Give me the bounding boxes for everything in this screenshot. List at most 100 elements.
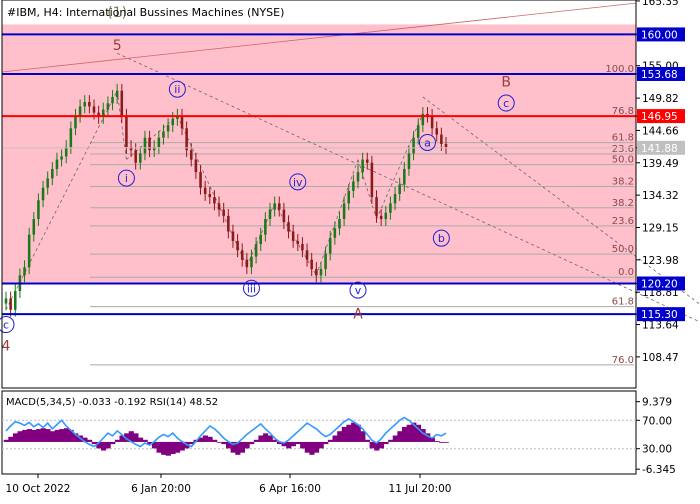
indicator-tick-label: -6.345 — [642, 464, 676, 476]
macd-bar — [439, 441, 445, 443]
indicator-title: MACD(5,34,5) -0.033 -0.192 RSI(14) 48.52 — [6, 397, 218, 408]
candle-body — [338, 219, 341, 229]
candle-body — [268, 209, 272, 220]
candle-body — [305, 250, 309, 260]
price-tick-label: 113.64 — [642, 320, 679, 332]
candle-body — [398, 184, 401, 194]
macd-bar — [91, 441, 97, 445]
price-tick-label: 129.15 — [642, 222, 679, 234]
macd-bar — [142, 439, 148, 442]
macd-bar — [258, 435, 264, 442]
candle-body — [13, 291, 17, 310]
macd-bar — [323, 441, 329, 445]
macd-bar — [170, 441, 176, 454]
macd-bar — [87, 439, 93, 442]
candle-body — [393, 194, 397, 204]
chart-window: 100.0 76.8 61.8 50.0 38.2 23.6 38.2 23.6 50.0 0.0… — [0, 0, 700, 500]
candle-body — [139, 153, 142, 163]
macd-bar — [406, 424, 412, 442]
macd-bar — [351, 422, 357, 442]
candle-body — [440, 134, 443, 144]
macd-bar — [17, 431, 23, 442]
candle-body — [51, 168, 54, 179]
candle-body — [23, 267, 26, 276]
candle-body — [185, 128, 188, 151]
candle-body — [106, 103, 110, 110]
fib-label: 38.2 — [612, 198, 634, 209]
time-tick-label: 11 Jul 20:00 — [389, 483, 452, 495]
macd-bar — [12, 433, 19, 442]
candle-body — [227, 215, 230, 232]
price-tick-label: 123.98 — [642, 255, 679, 267]
candle-body — [315, 269, 318, 276]
candle-body — [277, 203, 281, 210]
candle-body — [287, 222, 290, 232]
macd-bar — [26, 429, 32, 442]
macd-bar — [22, 429, 28, 442]
wave-label: iii — [247, 282, 256, 295]
candle-body — [115, 90, 119, 97]
macd-bar — [156, 441, 162, 453]
candle-body — [310, 259, 313, 270]
candle-body — [166, 125, 170, 132]
candle-body — [416, 125, 420, 138]
candle-body — [69, 128, 73, 148]
macd-bar — [8, 436, 14, 442]
macd-bar — [443, 441, 449, 443]
time-tick-label: 6 Jan 20:00 — [131, 483, 191, 495]
macd-bar — [402, 426, 408, 442]
candle-body — [32, 219, 36, 235]
macd-bar — [244, 441, 250, 449]
candle-body — [301, 244, 304, 251]
candle-body — [55, 159, 59, 169]
candle-body — [273, 203, 276, 210]
macd-bar — [383, 441, 389, 445]
macd-bar — [59, 429, 65, 442]
fib-label: 61.8 — [612, 133, 634, 144]
candle-body — [74, 115, 77, 129]
macd-bar — [40, 428, 46, 442]
candle-body — [120, 90, 124, 116]
macd-bar — [332, 435, 338, 442]
candle-body — [365, 159, 369, 163]
wave-label: b — [438, 232, 445, 245]
candle-body — [88, 102, 91, 107]
wave-label: c — [503, 97, 509, 110]
wave-label: iv — [293, 176, 303, 189]
candle-body — [356, 172, 360, 182]
candle-body — [384, 212, 388, 220]
price-tick-label: 144.66 — [642, 125, 679, 137]
macd-bar — [337, 431, 343, 442]
wave-label: A — [353, 307, 363, 323]
candle-body — [157, 137, 161, 148]
indicator-panel: MACD(5,34,5) -0.033 -0.192 RSI(14) 48.52 — [1, 390, 637, 475]
macd-bar — [309, 441, 315, 455]
price-tick-label: 134.32 — [642, 190, 679, 202]
macd-bar — [110, 441, 116, 445]
macd-bar — [369, 441, 375, 449]
price-tick-label: 165.35 — [642, 0, 679, 8]
chart-svg: 100.076.861.850.038.223.638.223.650.00.0… — [0, 0, 700, 495]
macd-bar — [216, 441, 222, 443]
fib-label: 38.2 — [612, 176, 634, 187]
candle-body — [60, 156, 63, 160]
candle-body — [291, 231, 295, 241]
candle-body — [83, 102, 87, 107]
macd-bar — [207, 436, 213, 442]
macd-bar — [3, 439, 9, 442]
macd-bar — [300, 441, 306, 449]
candle-body — [352, 181, 355, 191]
macd-bar — [36, 429, 42, 442]
candle-body — [148, 137, 151, 151]
macd-bar — [341, 426, 347, 442]
macd-bar — [249, 441, 255, 445]
macd-bar — [434, 441, 440, 442]
price-level-label: 146.95 — [641, 111, 678, 123]
price-level-label: 160.00 — [641, 29, 678, 41]
candle-body — [245, 259, 249, 268]
time-tick-label: 10 Oct 2022 — [6, 483, 71, 495]
candle-body — [403, 168, 406, 185]
macd-bar — [290, 441, 296, 447]
candle-body — [194, 159, 198, 173]
candle-body — [430, 115, 434, 129]
